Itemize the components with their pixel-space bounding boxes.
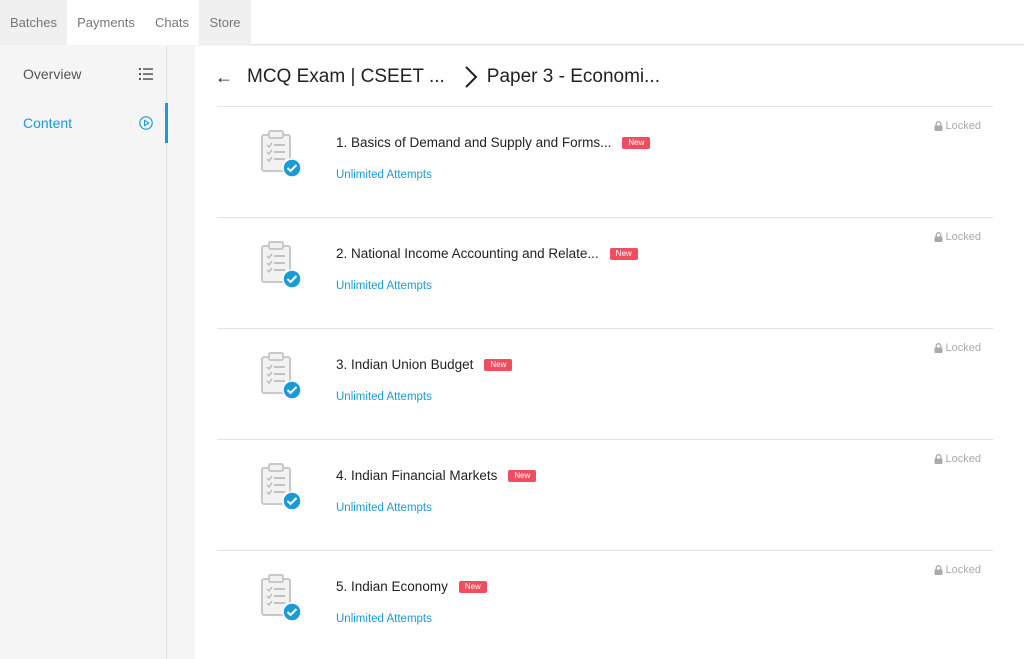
- list-item[interactable]: 5. Indian Economy New Unlimited Attempts…: [217, 550, 993, 659]
- list-item[interactable]: 4. Indian Financial Markets New Unlimite…: [217, 439, 993, 550]
- attempts-label: Unlimited Attempts: [336, 502, 432, 514]
- breadcrumb-paper[interactable]: Paper 3 - Economi...: [487, 66, 660, 88]
- list-icon: [139, 68, 153, 80]
- locked-status: Locked: [934, 120, 981, 132]
- attempts-label: Unlimited Attempts: [336, 280, 432, 292]
- main-panel: ← MCQ Exam | CSEET ... Paper 3 - Economi…: [195, 46, 1024, 659]
- lock-icon: [934, 565, 943, 575]
- item-title-line: 3. Indian Union Budget New: [336, 357, 513, 372]
- item-title: 4. Indian Financial Markets: [336, 468, 498, 483]
- checklist-icon: [261, 130, 302, 178]
- content-list: 1. Basics of Demand and Supply and Forms…: [217, 106, 993, 659]
- item-title: 3. Indian Union Budget: [336, 357, 474, 372]
- sidebar: Overview Content: [0, 46, 168, 659]
- sidebar-item-content[interactable]: Content: [0, 103, 168, 143]
- list-item[interactable]: 1. Basics of Demand and Supply and Forms…: [217, 106, 993, 217]
- attempts-label: Unlimited Attempts: [336, 169, 432, 181]
- sidebar-item-label: Overview: [23, 66, 82, 82]
- new-badge: New: [484, 358, 513, 371]
- attempts-label: Unlimited Attempts: [336, 391, 432, 403]
- new-badge: New: [622, 136, 651, 149]
- item-title-line: 2. National Income Accounting and Relate…: [336, 246, 638, 261]
- new-badge: New: [609, 247, 638, 260]
- locked-status: Locked: [934, 564, 981, 576]
- top-tab-bar: Batches Payments Chats Store: [0, 0, 1024, 45]
- locked-label: Locked: [945, 564, 981, 576]
- locked-label: Locked: [945, 231, 981, 243]
- attempts-label: Unlimited Attempts: [336, 613, 432, 625]
- item-title-line: 1. Basics of Demand and Supply and Forms…: [336, 135, 651, 150]
- play-circle-icon: [139, 116, 153, 130]
- locked-status: Locked: [934, 231, 981, 243]
- tab-batches[interactable]: Batches: [0, 0, 67, 45]
- item-title: 1. Basics of Demand and Supply and Forms…: [336, 135, 612, 150]
- checklist-icon: [261, 463, 302, 511]
- breadcrumb: ← MCQ Exam | CSEET ... Paper 3 - Economi…: [215, 60, 660, 94]
- item-title-line: 4. Indian Financial Markets New: [336, 468, 537, 483]
- lock-icon: [934, 343, 943, 353]
- breadcrumb-course[interactable]: MCQ Exam | CSEET ...: [247, 66, 445, 88]
- sidebar-item-label: Content: [23, 115, 73, 131]
- sidebar-item-overview[interactable]: Overview: [0, 54, 167, 94]
- checklist-icon: [261, 352, 302, 400]
- item-title-line: 5. Indian Economy New: [336, 579, 487, 594]
- new-badge: New: [508, 469, 537, 482]
- back-arrow-icon[interactable]: ←: [215, 67, 233, 88]
- list-item[interactable]: 2. National Income Accounting and Relate…: [217, 217, 993, 328]
- locked-label: Locked: [945, 453, 981, 465]
- tab-store[interactable]: Store: [199, 0, 251, 45]
- lock-icon: [934, 121, 943, 131]
- lock-icon: [934, 454, 943, 464]
- locked-label: Locked: [945, 342, 981, 354]
- locked-status: Locked: [934, 453, 981, 465]
- new-badge: New: [458, 580, 487, 593]
- item-title: 5. Indian Economy: [336, 579, 448, 594]
- chevron-right-icon: [465, 66, 478, 88]
- checklist-icon: [261, 574, 302, 622]
- locked-status: Locked: [934, 342, 981, 354]
- item-title: 2. National Income Accounting and Relate…: [336, 246, 599, 261]
- tab-chats[interactable]: Chats: [145, 0, 199, 45]
- lock-icon: [934, 232, 943, 242]
- locked-label: Locked: [945, 120, 981, 132]
- tab-payments[interactable]: Payments: [67, 0, 145, 45]
- list-item[interactable]: 3. Indian Union Budget New Unlimited Att…: [217, 328, 993, 439]
- checklist-icon: [261, 241, 302, 289]
